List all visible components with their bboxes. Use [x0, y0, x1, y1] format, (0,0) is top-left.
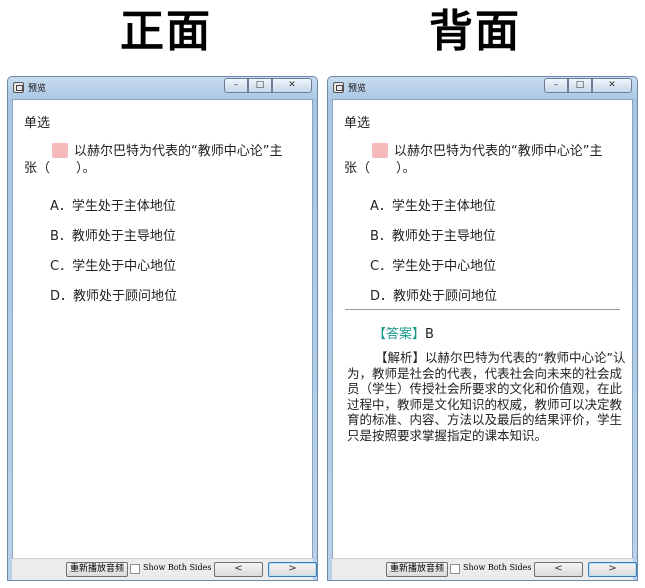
- window-title: 预览: [28, 84, 47, 94]
- analysis-text: 【解析】以赫尔巴特为代表的“教师中心论”认为，教师是社会的代表，代表社会向未来的…: [347, 350, 626, 443]
- minimize-button[interactable]: –: [224, 78, 248, 93]
- card-content: 单选 1以赫尔巴特为代表的“教师中心论”主张（ ）。 A．学生处于主体地位 B．…: [12, 99, 313, 580]
- answer-divider: [345, 309, 620, 310]
- prev-card-button[interactable]: <: [534, 562, 583, 577]
- app-icon: [333, 82, 344, 93]
- next-card-button[interactable]: >: [268, 562, 317, 577]
- option-b: B．教师处于主导地位: [370, 229, 496, 244]
- maximize-button[interactable]: □: [248, 78, 272, 93]
- show-both-sides-label: Show Both Sides: [463, 563, 532, 572]
- question-number: 1: [372, 143, 407, 158]
- answer-line: 【答案】B: [373, 323, 434, 342]
- option-a: A．学生处于主体地位: [50, 199, 176, 214]
- show-both-sides-checkbox[interactable]: [130, 564, 140, 574]
- question-text-block: 1以赫尔巴特为代表的“教师中心论”主张（ ）。: [24, 143, 294, 177]
- window-controls: – □ ✕: [224, 78, 312, 93]
- minimize-button[interactable]: –: [544, 78, 568, 93]
- window-controls: – □ ✕: [544, 78, 632, 93]
- option-d: D．教师处于顾问地位: [370, 289, 498, 304]
- close-button[interactable]: ✕: [272, 78, 312, 93]
- option-c: C．学生处于中心地位: [50, 259, 177, 274]
- titlebar[interactable]: 预览 – □ ✕: [8, 77, 317, 99]
- option-d: D．教师处于顾问地位: [50, 289, 178, 304]
- heading-back: 背面: [429, 6, 521, 57]
- question-type: 单选: [344, 116, 371, 131]
- close-button[interactable]: ✕: [592, 78, 632, 93]
- option-a: A．学生处于主体地位: [370, 199, 496, 214]
- show-both-sides-checkbox[interactable]: [450, 564, 460, 574]
- preview-window-front: 预览 – □ ✕ 单选 1以赫尔巴特为代表的“教师中心论”主张（ ）。 A．学生…: [7, 76, 318, 581]
- next-card-button[interactable]: >: [588, 562, 637, 577]
- card-content: 单选 1以赫尔巴特为代表的“教师中心论”主张（ ）。 A．学生处于主体地位 B．…: [332, 99, 633, 580]
- preview-window-back: 预览 – □ ✕ 单选 1以赫尔巴特为代表的“教师中心论”主张（ ）。 A．学生…: [327, 76, 638, 581]
- heading-front: 正面: [120, 6, 212, 57]
- replay-audio-button[interactable]: 重新播放音频: [66, 562, 129, 577]
- window-title: 预览: [348, 84, 367, 94]
- show-both-sides-label: Show Both Sides: [143, 563, 212, 572]
- replay-audio-button[interactable]: 重新播放音频: [386, 562, 449, 577]
- prev-card-button[interactable]: <: [214, 562, 263, 577]
- option-c: C．学生处于中心地位: [370, 259, 497, 274]
- question-type: 单选: [24, 116, 51, 131]
- bottom-toolbar: 重新播放音频 Show Both Sides < >: [332, 558, 637, 580]
- answer-value: B: [425, 327, 434, 342]
- question-number: 1: [52, 143, 87, 158]
- question-text-block: 1以赫尔巴特为代表的“教师中心论”主张（ ）。: [344, 143, 614, 177]
- option-b: B．教师处于主导地位: [50, 229, 176, 244]
- bottom-toolbar: 重新播放音频 Show Both Sides < >: [12, 558, 317, 580]
- app-icon: [13, 82, 24, 93]
- titlebar[interactable]: 预览 – □ ✕: [328, 77, 637, 99]
- maximize-button[interactable]: □: [568, 78, 592, 93]
- answer-label: 【答案】: [373, 327, 426, 342]
